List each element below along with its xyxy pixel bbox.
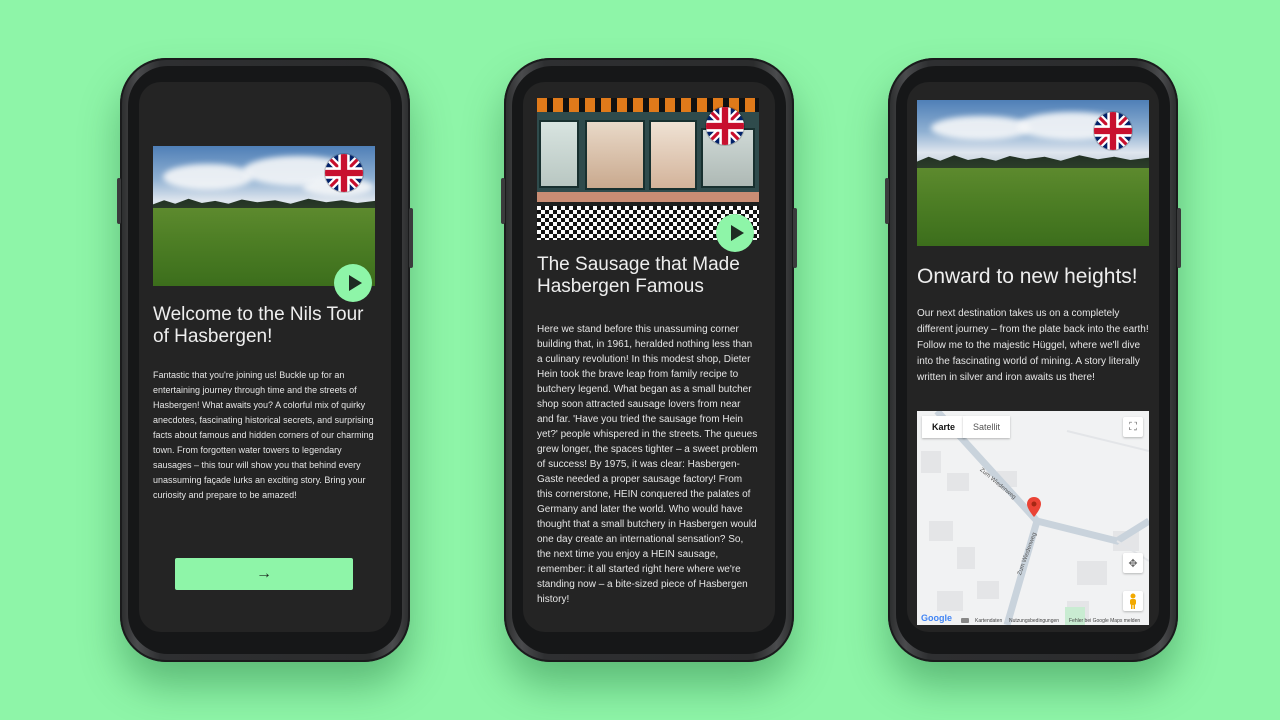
screen-body: Here we stand before this unassuming cor… — [537, 324, 758, 605]
shop-window — [649, 120, 697, 190]
screen-onward: Onward to new heights! Our next destinat… — [907, 82, 1159, 632]
uk-flag-icon[interactable] — [325, 154, 363, 192]
map-terms-link[interactable]: Nutzungsbedingungen — [1009, 618, 1059, 624]
phone-frame-1: Welcome to the Nils Tour of Hasbergen! F… — [117, 58, 413, 662]
side-button — [885, 178, 889, 224]
map-type-satellite-tab[interactable]: Satellit — [963, 416, 1011, 438]
screen-title: Onward to new heights! — [917, 265, 1138, 288]
screen-title: Welcome to the Nils Tour of Hasbergen! — [153, 304, 364, 347]
screen-body: Fantastic that you're joining us! Buckle… — [153, 370, 374, 500]
shop-floor — [537, 192, 759, 202]
shop-window — [539, 120, 579, 188]
side-button — [117, 178, 121, 224]
map-pin-icon[interactable] — [1027, 497, 1041, 517]
play-icon[interactable] — [716, 214, 754, 252]
play-icon[interactable] — [334, 264, 372, 302]
side-button — [793, 208, 797, 268]
uk-flag-icon[interactable] — [1094, 112, 1132, 150]
screen-sausage: The Sausage that Made Hasbergen Famous H… — [523, 82, 775, 632]
phone-frame-3: Onward to new heights! Our next destinat… — [885, 58, 1181, 662]
side-button — [409, 208, 413, 268]
screen-title: The Sausage that Made Hasbergen Famous — [537, 254, 740, 297]
map-widget[interactable]: Zum Wiedenweg Zum Wiedenweg Karte Satell… — [917, 411, 1149, 625]
screen-welcome: Welcome to the Nils Tour of Hasbergen! F… — [139, 82, 391, 632]
phone-frame-2: The Sausage that Made Hasbergen Famous H… — [501, 58, 797, 662]
map-type-map-tab[interactable]: Karte — [922, 416, 966, 438]
map-navigation-icon[interactable]: ✥ — [1123, 553, 1143, 573]
next-button[interactable]: → — [175, 558, 353, 590]
google-logo: Google — [921, 613, 952, 623]
map-report-link[interactable]: Fehler bei Google Maps melden — [1069, 618, 1140, 624]
uk-flag-icon[interactable] — [706, 107, 744, 145]
fullscreen-icon[interactable]: ⛶ — [1123, 417, 1143, 437]
map-data-link[interactable]: Kartendaten — [975, 618, 1002, 624]
side-button — [501, 178, 505, 224]
keyboard-icon[interactable] — [961, 618, 969, 623]
grass — [917, 168, 1149, 246]
map-roads — [921, 411, 1149, 625]
screen-body: Our next destination takes us on a compl… — [917, 308, 1149, 383]
shop-window — [585, 120, 645, 190]
side-button — [1177, 208, 1181, 268]
pegman-icon[interactable] — [1123, 591, 1143, 611]
